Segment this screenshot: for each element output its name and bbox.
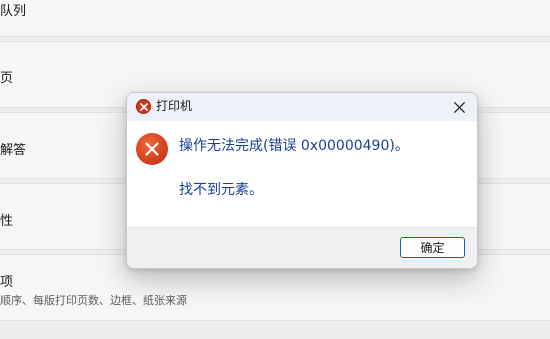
error-detail: 找不到元素。 (179, 182, 263, 198)
settings-row-title: 队列 (0, 4, 27, 19)
error-icon (136, 133, 168, 165)
settings-row-title: 解答 (0, 143, 27, 158)
error-message: 操作无法完成(错误 0x00000490)。 (179, 138, 409, 154)
settings-row-title: 项 (0, 275, 14, 290)
settings-row-title: 性 (0, 214, 14, 229)
error-icon (136, 99, 151, 114)
settings-row-queue[interactable]: 队列 (0, 0, 550, 37)
dialog-footer: 确定 (127, 227, 477, 268)
close-icon (453, 101, 465, 113)
settings-row-title: 页 (0, 71, 14, 86)
printer-error-dialog: 打印机 操作无法完成(错误 0x00000490)。 找不到元素。 确定 (126, 92, 478, 269)
dialog-content: 操作无法完成(错误 0x00000490)。 找不到元素。 (127, 121, 477, 227)
dialog-titlebar[interactable]: 打印机 (127, 93, 477, 121)
close-button[interactable] (447, 95, 471, 119)
settings-row-subtitle: 顺序、每版打印页数、边框、纸张来源 (0, 294, 187, 307)
ok-button[interactable]: 确定 (400, 237, 465, 258)
dialog-title: 打印机 (156, 99, 193, 113)
